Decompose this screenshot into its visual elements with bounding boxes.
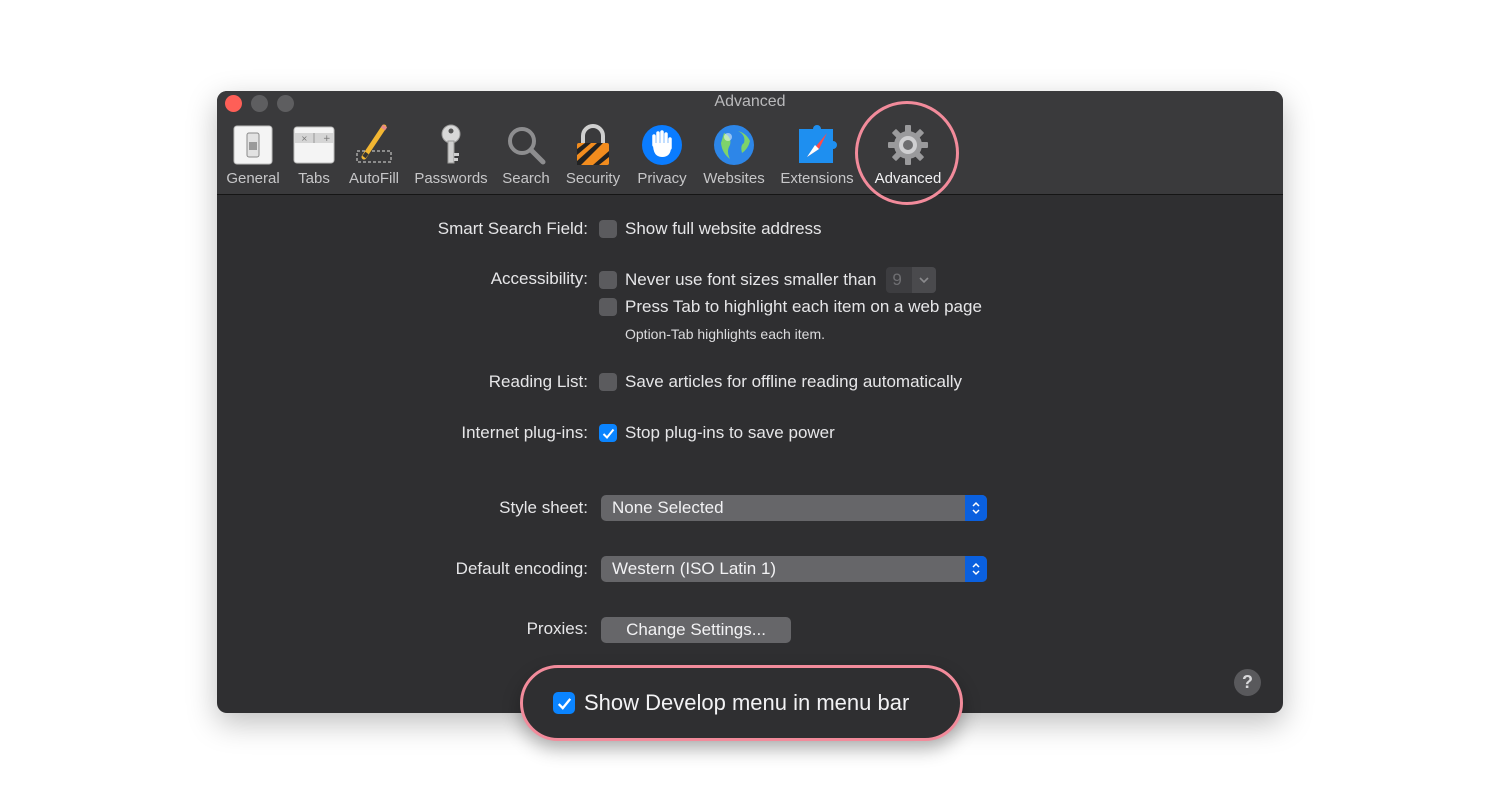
tab-privacy[interactable]: Privacy	[631, 119, 693, 189]
pencil-icon	[356, 124, 392, 163]
show-full-address-checkbox[interactable]	[599, 220, 617, 238]
style-sheet-value: None Selected	[612, 498, 724, 517]
svg-text:+: +	[323, 134, 331, 144]
font-size-value: 9	[892, 270, 902, 289]
general-switch-icon	[233, 125, 273, 165]
svg-text:×: ×	[301, 134, 308, 143]
key-icon	[441, 124, 461, 164]
tab-autofill[interactable]: AutoFill	[344, 119, 404, 189]
encoding-select[interactable]: Western (ISO Latin 1)	[601, 556, 987, 582]
change-settings-button[interactable]: Change Settings...	[601, 617, 791, 643]
smart-search-label: Smart Search Field:	[437, 219, 588, 238]
tab-search[interactable]: Search	[498, 119, 554, 189]
window-title: Advanced	[714, 93, 786, 110]
press-tab-checkbox[interactable]	[599, 298, 617, 316]
padlock-icon	[577, 124, 609, 165]
font-size-select[interactable]: 9	[886, 267, 936, 293]
tab-security-label: Security	[565, 170, 621, 187]
tab-passwords-label: Passwords	[414, 170, 488, 187]
toolbar: Advanced General × + Tabs AutoFill Passw…	[217, 91, 1283, 195]
help-button[interactable]: ?	[1234, 669, 1261, 696]
encoding-label: Default encoding:	[455, 559, 588, 578]
stop-plugins-checkbox[interactable]	[599, 424, 617, 442]
tab-websites-label: Websites	[703, 170, 765, 187]
min-font-size-text: Never use font sizes smaller than	[625, 270, 877, 289]
tab-websites[interactable]: Websites	[698, 119, 770, 189]
offline-reading-option[interactable]: Save articles for offline reading automa…	[599, 372, 962, 392]
tab-tabs-label: Tabs	[298, 170, 330, 187]
reading-list-label: Reading List:	[488, 372, 588, 391]
accessibility-label: Accessibility:	[490, 269, 588, 288]
up-down-chevron-icon	[965, 556, 987, 582]
proxies-label: Proxies:	[526, 619, 588, 638]
min-font-size-checkbox[interactable]	[599, 271, 617, 289]
puzzle-compass-icon	[799, 125, 837, 163]
up-down-chevron-icon	[965, 495, 987, 521]
tab-general-label: General	[226, 170, 280, 187]
tab-autofill-label: AutoFill	[348, 170, 400, 187]
show-develop-menu-option[interactable]: Show Develop menu in menu bar	[520, 665, 963, 741]
offline-reading-text: Save articles for offline reading automa…	[625, 372, 963, 391]
checkmark-icon	[602, 428, 614, 439]
style-sheet-select[interactable]: None Selected	[601, 495, 987, 521]
tab-passwords[interactable]: Passwords	[410, 119, 492, 189]
tab-extensions[interactable]: Extensions	[775, 119, 859, 189]
stop-plugins-text: Stop plug-ins to save power	[625, 423, 835, 442]
tab-search-label: Search	[502, 170, 550, 187]
style-sheet-label: Style sheet:	[499, 498, 588, 517]
option-tab-hint: Option-Tab highlights each item.	[625, 326, 825, 342]
tab-security[interactable]: Security	[560, 119, 626, 189]
show-full-address-text: Show full website address	[625, 219, 822, 238]
tab-tabs[interactable]: × + Tabs	[290, 119, 338, 189]
offline-reading-checkbox[interactable]	[599, 373, 617, 391]
tab-privacy-label: Privacy	[637, 170, 687, 187]
tab-extensions-label: Extensions	[780, 170, 854, 187]
press-tab-text: Press Tab to highlight each item on a we…	[625, 297, 982, 316]
chevron-down-icon	[911, 267, 936, 293]
tabs-window-icon: × +	[293, 126, 335, 164]
magnifier-icon	[508, 127, 546, 165]
plugins-label: Internet plug-ins:	[461, 423, 588, 442]
min-font-size-option[interactable]: Never use font sizes smaller than 9	[599, 267, 936, 293]
show-develop-menu-checkbox[interactable]	[553, 692, 575, 714]
press-tab-option[interactable]: Press Tab to highlight each item on a we…	[599, 297, 982, 317]
show-develop-menu-text: Show Develop menu in menu bar	[584, 690, 910, 715]
encoding-value: Western (ISO Latin 1)	[612, 559, 777, 578]
advanced-highlight-ring	[855, 101, 959, 205]
stop-plugins-option[interactable]: Stop plug-ins to save power	[599, 423, 835, 443]
checkmark-icon	[557, 697, 571, 710]
tab-general[interactable]: General	[220, 119, 286, 189]
show-full-address-option[interactable]: Show full website address	[599, 219, 822, 239]
globe-icon	[714, 125, 754, 165]
hand-icon	[642, 125, 682, 165]
